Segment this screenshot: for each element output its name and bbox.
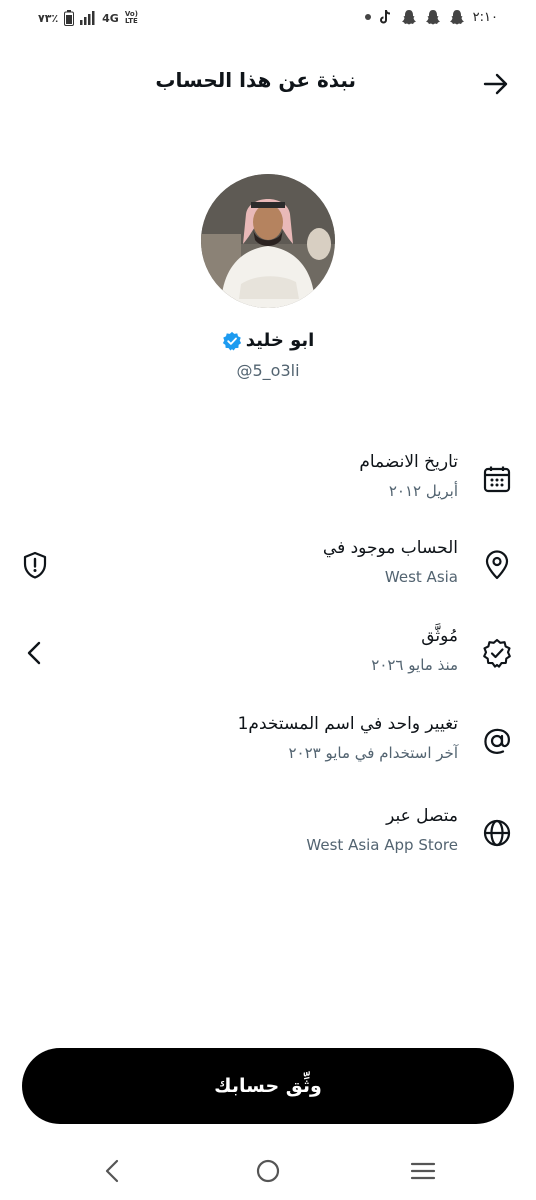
verify-account-button[interactable]: وثِّق حسابك [22, 1048, 514, 1124]
info-row-value: آخر استخدام في مايو ٢٠٢٣ [288, 744, 459, 762]
nav-menu-icon[interactable] [408, 1156, 438, 1186]
nav-home-icon[interactable] [253, 1156, 283, 1186]
volte-bottom: LTE [124, 17, 138, 25]
volte-indicator: Vo) LTE [125, 11, 138, 25]
network-type: 4G [102, 11, 119, 25]
signal-icon [80, 11, 95, 25]
arrow-right-icon[interactable] [482, 70, 510, 98]
nav-back-icon[interactable] [98, 1156, 128, 1186]
info-row-username: تغيير واحد في اسم المستخدم1 آخر استخدام … [0, 706, 536, 776]
info-row-title: تغيير واحد في اسم المستخدم1 [237, 714, 458, 734]
shield-alert-icon[interactable] [20, 550, 50, 580]
info-row-title: الحساب موجود في [322, 538, 458, 558]
info-row-value: أبريل ٢٠١٢ [388, 482, 458, 500]
globe-icon [483, 819, 511, 847]
dot-icon [364, 14, 371, 20]
info-row-text: مُوثَّق منذ مايو ٢٠٢٦ [371, 624, 458, 676]
info-row-text: تغيير واحد في اسم المستخدم1 آخر استخدام … [238, 712, 458, 764]
info-row-title: مُوثَّق [421, 626, 458, 646]
info-row-text: متصل عبر West Asia App Store [306, 804, 458, 856]
info-row-text: تاريخ الانضمام أبريل ٢٠١٢ [359, 450, 458, 502]
battery-percent: ٧٣٪ [38, 11, 59, 25]
info-row-joined: تاريخ الانضمام أبريل ٢٠١٢ [0, 444, 536, 514]
avatar[interactable] [201, 174, 335, 308]
info-row-location: الحساب موجود في West Asia [0, 530, 536, 600]
chevron-left-icon[interactable] [20, 638, 50, 668]
status-bar-system: ٧٣٪ 4G Vo) LTE [38, 10, 138, 26]
status-bar-notifications: ٢:١٠ [364, 9, 498, 25]
battery-icon [64, 10, 75, 26]
info-row-verified[interactable]: مُوثَّق منذ مايو ٢٠٢٦ [0, 618, 536, 688]
status-time: ٢:١٠ [472, 9, 498, 25]
display-name: ابو خليد [245, 330, 315, 351]
info-row-value: West Asia [384, 568, 458, 586]
profile-handle: @5_o3li [236, 361, 300, 380]
snapchat-icon [401, 10, 416, 25]
info-row-title: تاريخ الانضمام [359, 452, 458, 472]
profile-name-row: ابو خليد [0, 330, 536, 351]
calendar-icon [483, 466, 511, 493]
location-pin-icon [485, 550, 509, 580]
verified-icon [222, 331, 241, 351]
snapchat-icon [449, 10, 464, 25]
info-row-value: منذ مايو ٢٠٢٦ [371, 656, 458, 674]
avatar-image [201, 174, 335, 308]
header: نبذة عن هذا الحساب [0, 60, 536, 108]
snapchat-icon [425, 10, 440, 25]
status-bar: ٧٣٪ 4G Vo) LTE ٢:١٠ [0, 0, 536, 40]
at-sign-icon [484, 728, 510, 754]
info-row-value: West Asia App Store [306, 836, 458, 854]
info-row-text: الحساب موجود في West Asia [323, 536, 458, 588]
system-nav-bar [0, 1146, 536, 1196]
info-row-title: متصل عبر [386, 806, 458, 826]
page-title: نبذة عن هذا الحساب [155, 68, 356, 92]
tiktok-icon [379, 9, 390, 24]
verified-badge-icon [483, 638, 511, 668]
info-row-connected: متصل عبر West Asia App Store [0, 798, 536, 868]
